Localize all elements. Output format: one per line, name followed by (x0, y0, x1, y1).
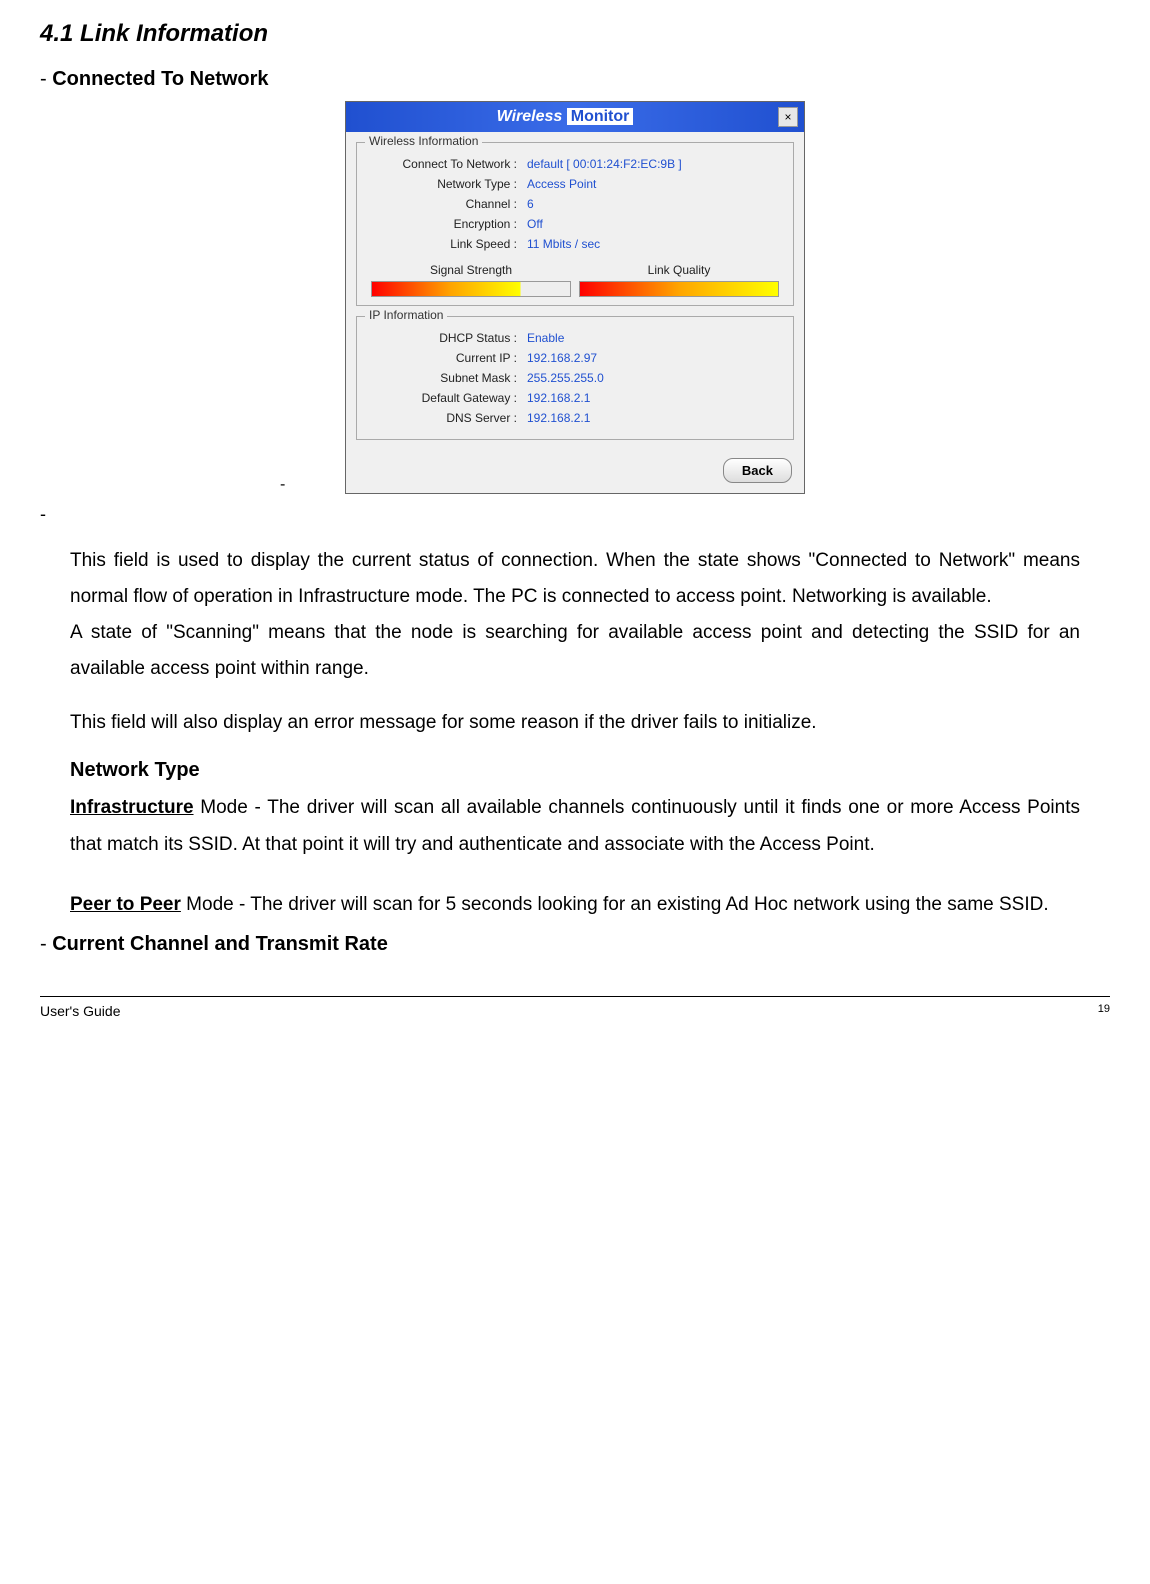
p1a-text: This field is used to display the curren… (70, 550, 1080, 607)
dash-alone: - (40, 504, 1110, 525)
footer-page-number: 19 (1098, 1003, 1110, 1019)
dash-mark: - (280, 476, 285, 494)
bullet-connected-to-network: Connected To Network (40, 68, 1110, 91)
network-type-label: Network Type : (367, 177, 527, 191)
dns-label: DNS Server : (367, 411, 527, 425)
p2p-label: Peer to Peer (70, 894, 181, 915)
close-icon[interactable]: × (778, 107, 798, 127)
page-footer: User's Guide 19 (40, 996, 1110, 1019)
link-speed-label: Link Speed : (367, 237, 527, 251)
gateway-value: 192.168.2.1 (527, 391, 590, 405)
connect-value: default [ 00:01:24:F2:EC:9B ] (527, 157, 682, 171)
encryption-label: Encryption : (367, 217, 527, 231)
wireless-info-group: Wireless Information Connect To Network … (356, 142, 794, 306)
infra-rest: Mode - The driver will scan all availabl… (70, 797, 1080, 854)
dhcp-value: Enable (527, 331, 564, 345)
title-monitor-text: Monitor (567, 108, 634, 125)
connect-label: Connect To Network : (367, 157, 527, 171)
p1b-text: A state of "Scanning" means that the nod… (70, 622, 1080, 679)
link-speed-value: 11 Mbits / sec (527, 237, 600, 251)
ip-info-title: IP Information (365, 308, 447, 322)
bullet-current-channel: Current Channel and Transmit Rate (40, 933, 1110, 956)
title-wireless-text: Wireless (497, 108, 563, 125)
signal-strength-label: Signal Strength (371, 263, 571, 277)
link-quality-label: Link Quality (579, 263, 779, 277)
subnet-label: Subnet Mask : (367, 371, 527, 385)
infra-label: Infrastructure (70, 797, 194, 818)
ip-info-group: IP Information DHCP Status : Enable Curr… (356, 316, 794, 440)
ip-value: 192.168.2.97 (527, 351, 597, 365)
p2p-rest: Mode - The driver will scan for 5 second… (181, 894, 1049, 915)
dhcp-label: DHCP Status : (367, 331, 527, 345)
footer-guide-text: User's Guide (40, 1003, 120, 1019)
channel-value: 6 (527, 197, 534, 211)
wireless-monitor-window: Wireless Monitor × Wireless Information … (345, 101, 805, 494)
subnet-value: 255.255.255.0 (527, 371, 604, 385)
signal-strength-bar (371, 281, 571, 297)
paragraph-error-message: This field will also display an error me… (70, 705, 1080, 741)
gateway-label: Default Gateway : (367, 391, 527, 405)
peer-to-peer-mode-text: Peer to Peer Mode - The driver will scan… (70, 887, 1080, 923)
title-bar: Wireless Monitor × (346, 102, 804, 132)
section-title: 4.1 Link Information (40, 20, 1110, 48)
paragraph-connection-status: This field is used to display the curren… (70, 543, 1080, 687)
window-title: Wireless Monitor (352, 108, 778, 126)
network-type-heading: Network Type (70, 759, 1080, 782)
wireless-info-title: Wireless Information (365, 134, 482, 148)
dns-value: 192.168.2.1 (527, 411, 590, 425)
ip-label: Current IP : (367, 351, 527, 365)
encryption-value: Off (527, 217, 543, 231)
infrastructure-mode-text: Infrastructure Mode - The driver will sc… (70, 790, 1080, 862)
channel-label: Channel : (367, 197, 527, 211)
back-button[interactable]: Back (723, 458, 792, 483)
link-quality-bar (579, 281, 779, 297)
network-type-value: Access Point (527, 177, 596, 191)
